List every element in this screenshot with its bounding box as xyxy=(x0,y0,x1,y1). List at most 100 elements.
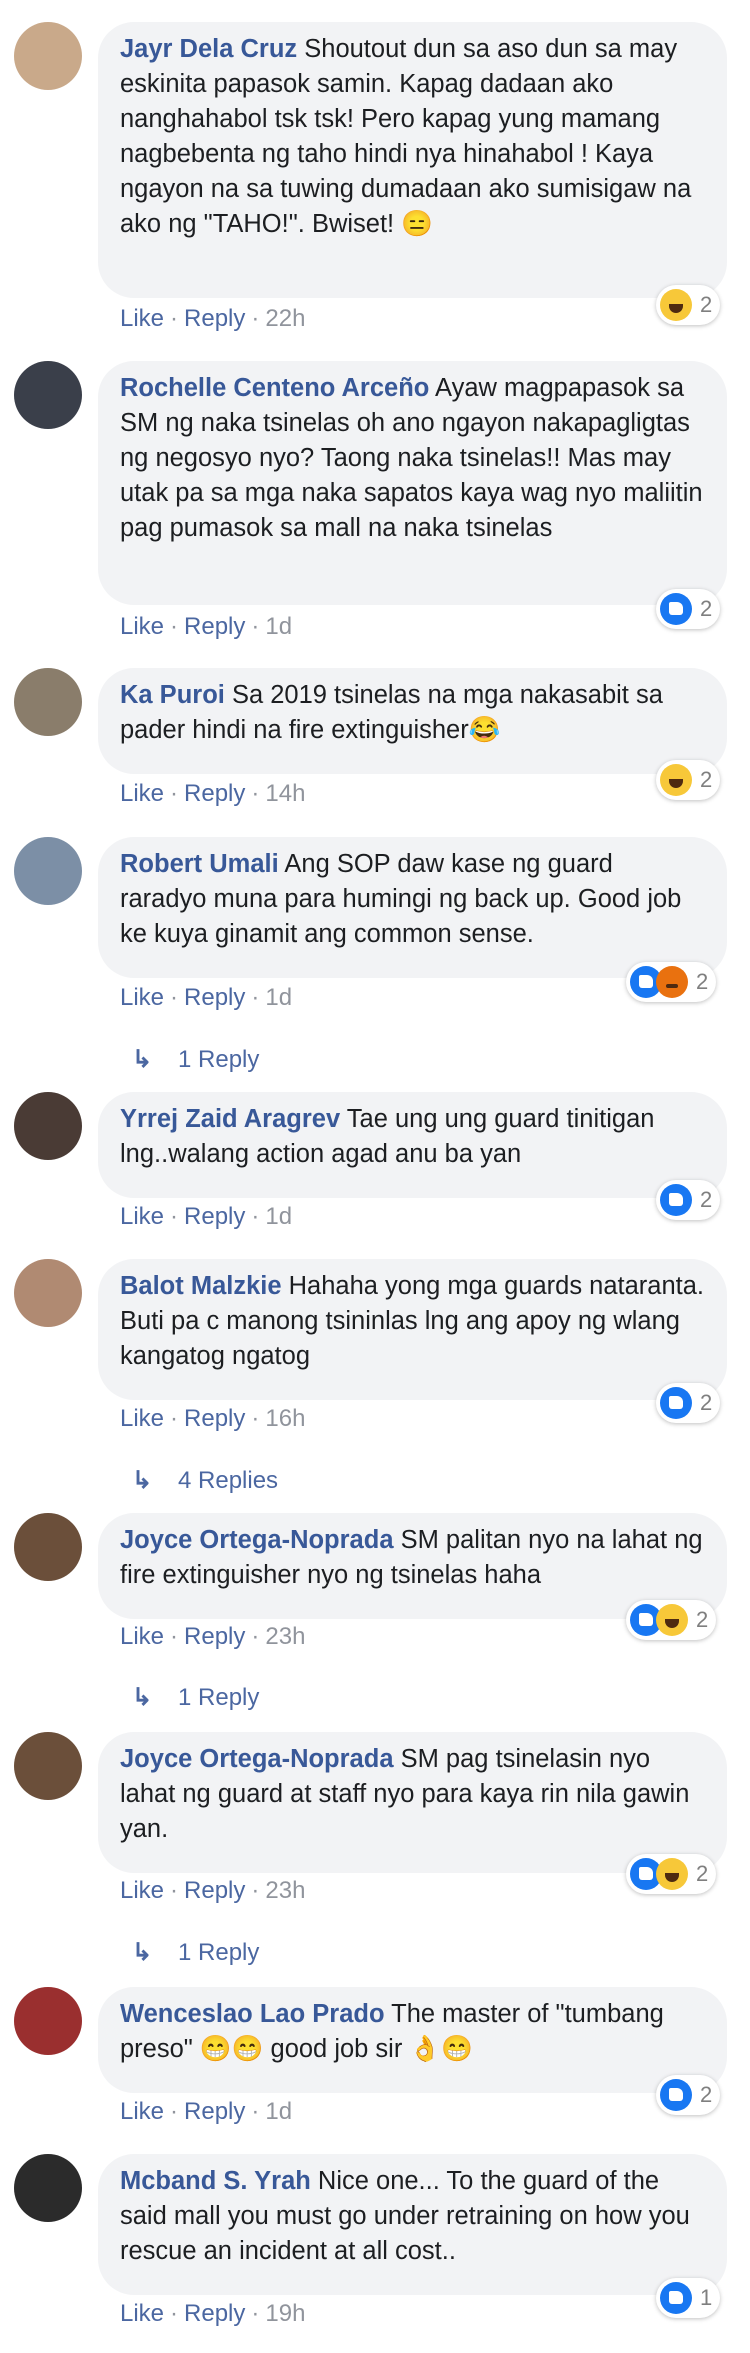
like-link[interactable]: Like xyxy=(120,1405,164,1432)
comment-author[interactable]: Mcband S. Yrah xyxy=(120,2167,311,2195)
avatar[interactable] xyxy=(14,837,82,905)
haha-icon xyxy=(660,289,692,321)
comment-author[interactable]: Jayr Dela Cruz xyxy=(120,35,297,63)
haha-icon xyxy=(656,1858,688,1890)
comment-actions: Like · Reply · 1d xyxy=(120,984,292,1012)
timestamp[interactable]: 1d xyxy=(265,2098,292,2125)
avatar[interactable] xyxy=(14,1259,82,1327)
comment-actions: Like · Reply · 1d xyxy=(120,613,292,641)
reaction-summary[interactable]: 2 xyxy=(626,1854,717,1894)
reaction-summary[interactable]: 2 xyxy=(626,962,717,1002)
comment-author[interactable]: Joyce Ortega-Noprada xyxy=(120,1526,394,1554)
timestamp[interactable]: 1d xyxy=(265,984,292,1011)
separator: · xyxy=(170,984,179,1011)
view-replies-link[interactable]: ↳ 1 Reply xyxy=(132,1045,259,1074)
reply-arrow-icon: ↳ xyxy=(132,1939,153,1966)
avatar[interactable] xyxy=(14,1513,82,1581)
like-link[interactable]: Like xyxy=(120,613,164,640)
reply-link[interactable]: Reply xyxy=(184,1405,245,1432)
comment-author[interactable]: Wenceslao Lao Prado xyxy=(120,2000,385,2028)
comment-author[interactable]: Robert Umali xyxy=(120,850,279,878)
comment-bubble: Mcband S. Yrah Nice one... To the guard … xyxy=(98,2154,727,2295)
comment-text: Shoutout dun sa aso dun sa may eskinita … xyxy=(120,35,692,238)
reaction-count: 2 xyxy=(700,292,713,317)
comment-author[interactable]: Rochelle Centeno Arceño xyxy=(120,374,429,402)
like-link[interactable]: Like xyxy=(120,984,164,1011)
reply-link[interactable]: Reply xyxy=(184,1877,245,1904)
reply-link[interactable]: Reply xyxy=(184,1203,245,1230)
separator: · xyxy=(170,1877,179,1904)
avatar[interactable] xyxy=(14,1732,82,1800)
timestamp[interactable]: 23h xyxy=(265,1623,305,1650)
timestamp[interactable]: 14h xyxy=(265,780,305,807)
replies-count: 1 Reply xyxy=(178,1046,260,1073)
reaction-summary[interactable]: 2 xyxy=(656,1383,721,1423)
like-icon xyxy=(660,1387,692,1419)
timestamp[interactable]: 16h xyxy=(265,1405,305,1432)
haha-icon xyxy=(656,1604,688,1636)
reaction-summary[interactable]: 2 xyxy=(656,285,721,325)
reaction-summary[interactable]: 2 xyxy=(626,1600,717,1640)
comment-bubble: Ka Puroi Sa 2019 tsinelas na mga nakasab… xyxy=(98,668,727,774)
reply-link[interactable]: Reply xyxy=(184,2098,245,2125)
timestamp[interactable]: 19h xyxy=(265,2300,305,2327)
reply-arrow-icon: ↳ xyxy=(132,1684,153,1711)
reply-link[interactable]: Reply xyxy=(184,2300,245,2327)
reaction-count: 2 xyxy=(700,767,713,792)
comment-actions: Like · Reply · 14h xyxy=(120,780,305,808)
like-link[interactable]: Like xyxy=(120,1623,164,1650)
comment-bubble: Joyce Ortega-Noprada SM pag tsinelasin n… xyxy=(98,1732,727,1873)
like-icon xyxy=(660,2282,692,2314)
comment-author[interactable]: Joyce Ortega-Noprada xyxy=(120,1745,394,1773)
like-link[interactable]: Like xyxy=(120,305,164,332)
separator: · xyxy=(251,613,260,640)
avatar-photo xyxy=(14,361,82,429)
like-link[interactable]: Like xyxy=(120,2300,164,2327)
like-link[interactable]: Like xyxy=(120,780,164,807)
comment-author[interactable]: Balot Malzkie xyxy=(120,1272,282,1300)
view-replies-link[interactable]: ↳ 1 Reply xyxy=(132,1938,259,1967)
avatar-photo xyxy=(14,1987,82,2055)
like-link[interactable]: Like xyxy=(120,1877,164,1904)
avatar[interactable] xyxy=(14,361,82,429)
timestamp[interactable]: 22h xyxy=(265,305,305,332)
comment-author[interactable]: Yrrej Zaid Aragrev xyxy=(120,1105,340,1133)
reaction-count: 2 xyxy=(700,1390,713,1415)
avatar[interactable] xyxy=(14,1987,82,2055)
comment-bubble: Robert Umali Ang SOP daw kase ng guard r… xyxy=(98,837,727,978)
avatar[interactable] xyxy=(14,1092,82,1160)
haha-icon xyxy=(660,764,692,796)
separator: · xyxy=(251,1877,260,1904)
reaction-summary[interactable]: 2 xyxy=(656,760,721,800)
avatar-photo xyxy=(14,2154,82,2222)
avatar-photo xyxy=(14,1092,82,1160)
separator: · xyxy=(170,305,179,332)
separator: · xyxy=(251,1405,260,1432)
reply-arrow-icon: ↳ xyxy=(132,1046,153,1073)
reaction-summary[interactable]: 2 xyxy=(656,2075,721,2115)
reply-link[interactable]: Reply xyxy=(184,984,245,1011)
reply-link[interactable]: Reply xyxy=(184,305,245,332)
reaction-summary[interactable]: 2 xyxy=(656,1180,721,1220)
reply-link[interactable]: Reply xyxy=(184,1623,245,1650)
reaction-summary[interactable]: 1 xyxy=(656,2278,721,2318)
timestamp[interactable]: 1d xyxy=(265,1203,292,1230)
comment-bubble: Rochelle Centeno Arceño Ayaw magpapasok … xyxy=(98,361,727,605)
comment-bubble: Joyce Ortega-Noprada SM palitan nyo na l… xyxy=(98,1513,727,1619)
reaction-summary[interactable]: 2 xyxy=(656,589,721,629)
comment-actions: Like · Reply · 19h xyxy=(120,2300,305,2328)
like-link[interactable]: Like xyxy=(120,2098,164,2125)
timestamp[interactable]: 1d xyxy=(265,613,292,640)
view-replies-link[interactable]: ↳ 1 Reply xyxy=(132,1683,259,1712)
comment-author[interactable]: Ka Puroi xyxy=(120,681,225,709)
like-link[interactable]: Like xyxy=(120,1203,164,1230)
timestamp[interactable]: 23h xyxy=(265,1877,305,1904)
avatar[interactable] xyxy=(14,22,82,90)
avatar[interactable] xyxy=(14,2154,82,2222)
avatar[interactable] xyxy=(14,668,82,736)
reply-link[interactable]: Reply xyxy=(184,613,245,640)
reaction-count: 2 xyxy=(700,2082,713,2107)
reply-link[interactable]: Reply xyxy=(184,780,245,807)
view-replies-link[interactable]: ↳ 4 Replies xyxy=(132,1466,278,1495)
separator: · xyxy=(251,780,260,807)
